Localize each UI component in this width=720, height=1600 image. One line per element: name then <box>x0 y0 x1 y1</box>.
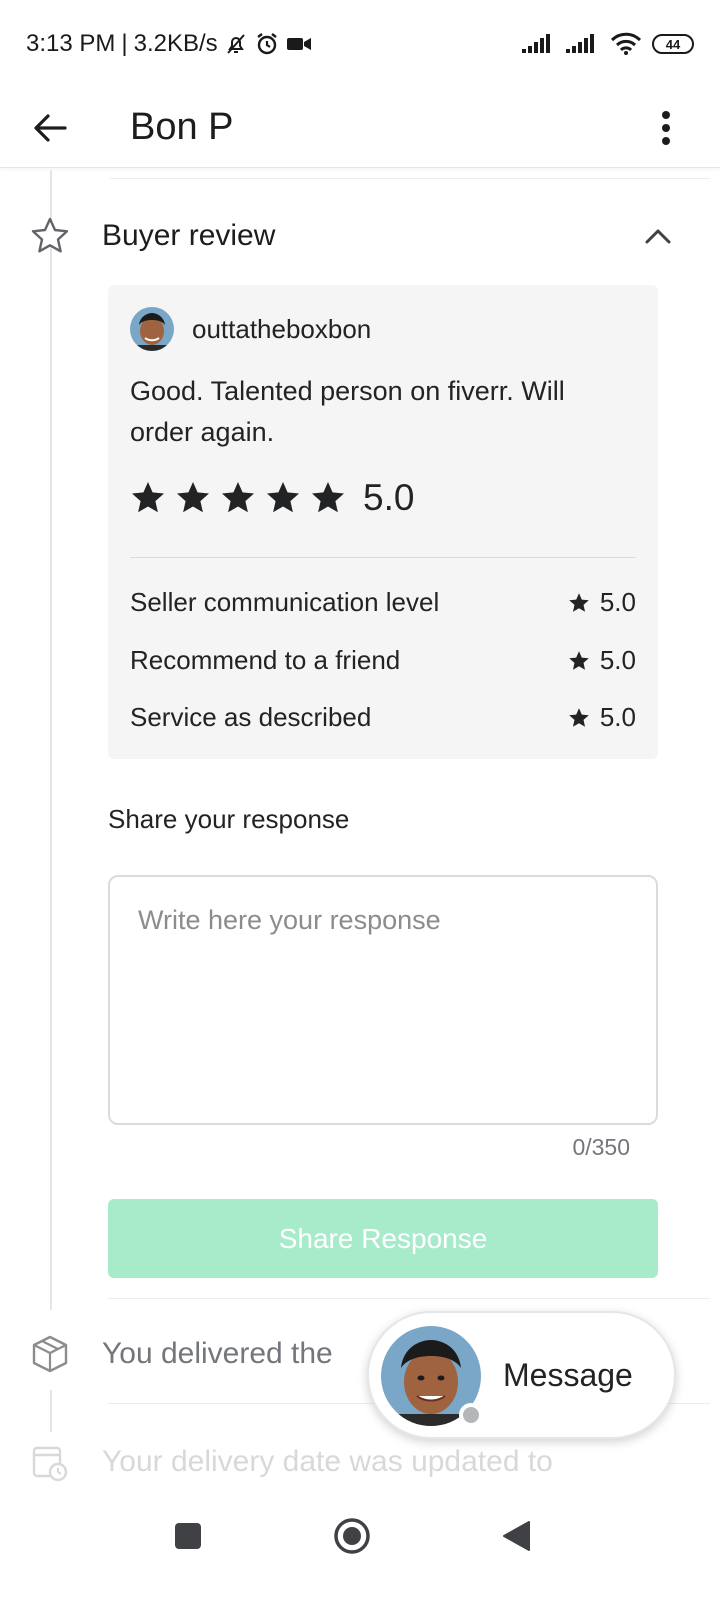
muted-bell-icon <box>224 32 248 56</box>
timeline-line <box>50 170 52 1310</box>
response-input[interactable] <box>110 877 656 1123</box>
timeline-line <box>50 1390 52 1432</box>
avatar[interactable] <box>130 307 174 351</box>
char-count: 0/350 <box>572 1134 630 1160</box>
reviewer: outtatheboxbon <box>130 307 371 351</box>
divider <box>108 1298 710 1299</box>
star-filled-icon <box>267 482 299 513</box>
home-button[interactable] <box>322 1506 382 1566</box>
triangle-back-icon <box>503 1521 530 1551</box>
square-icon <box>175 1523 201 1549</box>
response-title: Share your response <box>108 804 350 834</box>
wifi-icon <box>610 32 642 56</box>
chevron-up-icon <box>645 229 671 244</box>
video-camera-icon <box>286 34 312 54</box>
calendar-clock-icon <box>32 1446 68 1482</box>
star-filled-icon <box>569 650 589 670</box>
status-separator: | <box>121 30 128 57</box>
star-outline-icon <box>31 217 69 253</box>
circle-home-icon <box>334 1518 370 1554</box>
overall-rating: 5.0 <box>130 477 414 519</box>
system-nav-bar <box>0 1486 720 1600</box>
activity-text: Your delivery date was updated to <box>102 1445 553 1478</box>
star-filled-icon <box>132 482 164 513</box>
app-bar: Bon P <box>0 88 720 168</box>
sub-rating-score: 5.0 <box>599 645 636 675</box>
page-title: Bon P <box>130 106 234 148</box>
star-filled-icon <box>569 707 589 727</box>
reviewer-name[interactable]: outtatheboxbon <box>192 314 371 345</box>
sub-rating-service: Service as described 5.0 <box>130 702 636 733</box>
sub-rating-label: Recommend to a friend <box>130 645 401 675</box>
signal-icon <box>522 33 556 55</box>
sub-rating-label: Service as described <box>130 702 372 732</box>
more-vertical-icon <box>662 110 670 145</box>
section-title: Buyer review <box>102 219 276 252</box>
star-filled-icon <box>177 482 209 513</box>
back-button[interactable] <box>22 100 78 156</box>
signal-icon-2 <box>566 33 600 55</box>
divider <box>110 178 710 179</box>
sub-rating-score: 5.0 <box>599 587 636 617</box>
status-time: 3:13 PM <box>26 30 116 57</box>
review-card: outtatheboxbon Good. Talented person on … <box>108 285 658 759</box>
collapse-button[interactable] <box>636 214 680 258</box>
more-options-button[interactable] <box>646 100 686 156</box>
recents-button[interactable] <box>158 1506 218 1566</box>
overall-score: 5.0 <box>363 477 415 518</box>
message-button[interactable]: Message <box>367 1311 676 1439</box>
response-box <box>108 875 658 1125</box>
divider <box>130 557 636 558</box>
sub-rating-score: 5.0 <box>599 702 636 732</box>
sub-rating-communication: Seller communication level 5.0 <box>130 587 636 618</box>
review-text: Good. Talented person on fiverr. Will or… <box>130 376 565 447</box>
message-label: Message <box>503 1357 633 1393</box>
status-left: 3:13 PM | 3.2KB/s <box>26 30 312 58</box>
arrow-left-icon <box>34 113 67 142</box>
sub-rating-label: Seller communication level <box>130 587 440 617</box>
sub-rating-recommend: Recommend to a friend 5.0 <box>130 645 636 676</box>
star-filled-icon <box>312 482 344 513</box>
status-bar: 3:13 PM | 3.2KB/s 44 <box>0 0 720 88</box>
activity-delivery-date: Your delivery date was updated to <box>0 1432 720 1492</box>
buyer-review-header[interactable]: Buyer review <box>0 200 720 272</box>
network-speed: 3.2KB/s <box>133 30 218 57</box>
star-filled-icon <box>222 482 254 513</box>
package-icon <box>32 1335 68 1373</box>
share-response-button[interactable]: Share Response <box>108 1199 658 1278</box>
status-dot <box>459 1403 483 1427</box>
star-filled-icon <box>569 592 589 612</box>
alarm-icon <box>254 31 280 57</box>
activity-text: You delivered the <box>102 1337 333 1370</box>
status-right: 44 <box>522 32 694 56</box>
battery-indicator: 44 <box>652 34 694 54</box>
back-nav-button[interactable] <box>486 1506 546 1566</box>
